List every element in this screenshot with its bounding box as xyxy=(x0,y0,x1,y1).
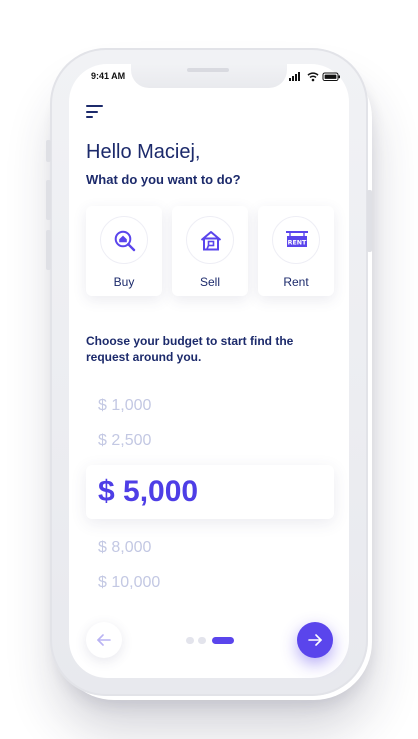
volume-up-button xyxy=(46,180,51,220)
budget-selected-option[interactable]: $ 5,000 xyxy=(86,465,334,519)
question-subtitle: What do you want to do? xyxy=(86,172,241,187)
arrow-right-icon xyxy=(308,634,322,646)
status-time: 9:41 AM xyxy=(91,71,126,81)
budget-option[interactable]: $ 2,500 xyxy=(98,432,151,450)
page-dot-2[interactable] xyxy=(198,637,206,644)
budget-option[interactable]: $ 10,000 xyxy=(98,574,160,592)
budget-prompt: Choose your budget to start find the req… xyxy=(86,334,294,364)
budget-option[interactable]: $ 1,000 xyxy=(98,397,151,415)
greeting-title: Hello Maciej, xyxy=(86,141,201,163)
rent-sign-text: RENT xyxy=(288,239,307,246)
house-search-icon xyxy=(114,230,136,252)
budget-option[interactable]: $ 8,000 xyxy=(98,539,151,557)
sell-card[interactable]: Sell xyxy=(172,206,248,296)
rent-card[interactable]: RENT Rent xyxy=(258,206,334,296)
page-dot-3-active[interactable] xyxy=(212,637,234,644)
budget-selected-value: $ 5,000 xyxy=(98,475,199,508)
rent-label: Rent xyxy=(283,275,309,289)
mute-switch xyxy=(46,140,51,162)
rent-icon-circle: RENT xyxy=(272,216,320,264)
volume-down-button xyxy=(46,230,51,270)
status-icons xyxy=(289,72,340,82)
buy-icon-circle xyxy=(100,216,148,264)
back-button[interactable] xyxy=(86,622,122,658)
next-button[interactable] xyxy=(297,622,333,658)
page-dot-1[interactable] xyxy=(186,637,194,644)
power-button xyxy=(367,190,372,252)
house-sell-icon xyxy=(200,231,222,251)
wifi-icon xyxy=(307,72,319,82)
sell-icon-circle xyxy=(186,216,234,264)
sell-label: Sell xyxy=(199,275,220,289)
buy-card[interactable]: Buy xyxy=(86,206,162,296)
menu-icon[interactable] xyxy=(86,105,104,119)
speaker xyxy=(187,68,229,72)
arrow-left-icon xyxy=(97,634,111,646)
signal-icon xyxy=(289,72,300,81)
buy-label: Buy xyxy=(113,275,135,289)
battery-icon xyxy=(322,72,340,81)
rent-sign-icon: RENT xyxy=(286,231,308,247)
